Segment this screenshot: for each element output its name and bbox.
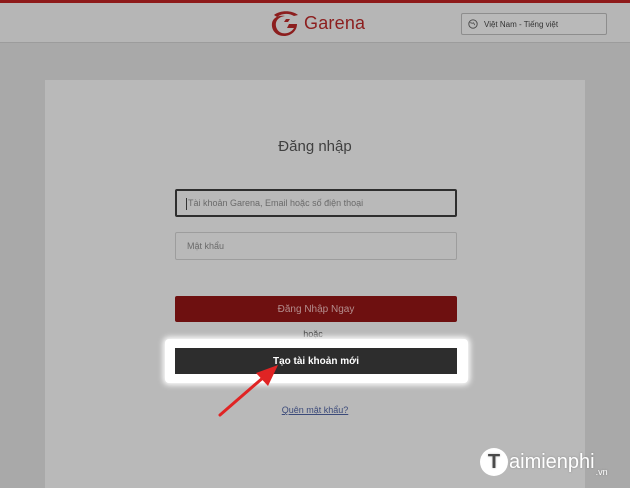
language-label: Việt Nam - Tiếng việt: [484, 19, 559, 29]
site-header: Garena Việt Nam - Tiếng việt: [0, 3, 630, 43]
brand-name: Garena: [304, 12, 366, 33]
password-input[interactable]: Mật khẩu: [175, 232, 457, 260]
watermark-logo: T aimienphi .vn: [480, 445, 608, 479]
account-input[interactable]: Tài khoản Garena, Email hoặc số điện tho…: [175, 189, 457, 217]
watermark-text: aimienphi: [509, 450, 595, 473]
red-arrow-icon: [218, 365, 278, 417]
account-placeholder: Tài khoản Garena, Email hoặc số điện tho…: [188, 198, 364, 208]
watermark-letter: T: [480, 448, 508, 476]
password-placeholder: Mật khẩu: [187, 241, 225, 251]
forgot-password-link[interactable]: Quên mật khẩu?: [0, 405, 630, 415]
page-title: Đăng nhập: [278, 138, 352, 155]
garena-logo[interactable]: Garena: [270, 9, 365, 37]
or-separator: hoặc: [303, 329, 323, 339]
globe-icon: [468, 19, 478, 29]
login-button[interactable]: Đăng Nhập Ngay: [175, 296, 457, 322]
garena-logo-icon: [271, 11, 298, 36]
language-selector[interactable]: Việt Nam - Tiếng việt: [461, 13, 607, 35]
text-caret: [186, 198, 187, 210]
watermark-suffix: .vn: [595, 467, 608, 477]
